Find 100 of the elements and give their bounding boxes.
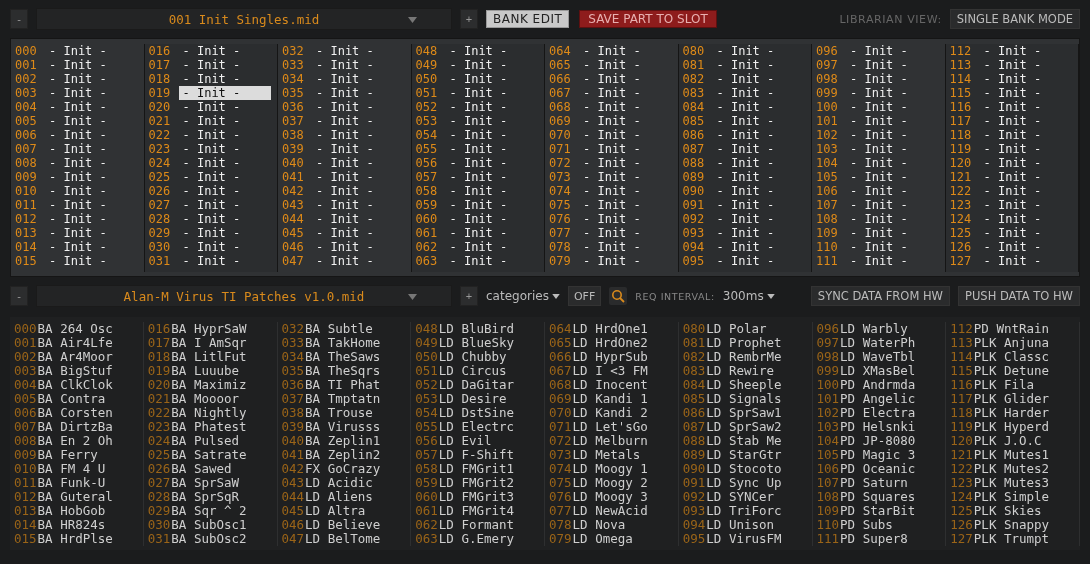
patch-slot[interactable]: - Init - [846, 100, 938, 114]
patch-name[interactable]: Virusss [327, 420, 381, 434]
patch-slot[interactable]: - Init - [312, 156, 404, 170]
patch-slot[interactable]: - Init - [178, 156, 271, 170]
patch-name[interactable]: TheSqrs [327, 364, 381, 378]
view-mode-button[interactable]: SINGLE BANK MODE [949, 9, 1080, 29]
patch-name[interactable]: DaGitar [461, 378, 515, 392]
patch-slot[interactable]: - Init - [579, 44, 671, 58]
patch-name[interactable]: Stocoto [728, 462, 782, 476]
patch-slot[interactable]: - Init - [979, 212, 1072, 226]
patch-slot[interactable]: - Init - [579, 100, 671, 114]
patch-name[interactable]: Formant [461, 518, 515, 532]
patch-slot[interactable]: - Init - [178, 142, 271, 156]
patch-name[interactable]: Mutes3 [1003, 476, 1050, 490]
patch-slot[interactable]: - Init - [312, 240, 404, 254]
bank-file-dropdown[interactable]: 001 Init Singles.mid [36, 8, 452, 30]
patch-name[interactable]: HrdPlse [60, 532, 113, 546]
patch-name[interactable]: BlueSky [461, 336, 515, 350]
patch-slot[interactable]: - Init - [579, 170, 671, 184]
patch-slot[interactable]: - Init - [178, 226, 271, 240]
patch-name[interactable]: Air4Lfe [60, 336, 113, 350]
patch-name[interactable]: FMGrit4 [461, 504, 515, 518]
patch-name[interactable]: Omega [595, 532, 633, 546]
patch-slot[interactable]: - Init - [312, 72, 404, 86]
patch-slot[interactable]: - Init - [45, 226, 137, 240]
patch-name[interactable]: ClkClok [60, 378, 113, 392]
patch-name[interactable]: XMasBel [862, 364, 916, 378]
patch-name[interactable]: HyprSub [595, 350, 648, 364]
patch-name[interactable]: Acidic [327, 476, 373, 490]
patch-name[interactable]: BigStuf [60, 364, 113, 378]
patch-name[interactable]: HrdOne1 [595, 322, 648, 336]
patch-slot[interactable]: - Init - [45, 114, 137, 128]
patch-slot[interactable]: - Init - [445, 156, 538, 170]
patch-name[interactable]: HyprSaW [193, 322, 247, 336]
remove-file-button[interactable]: - [10, 286, 28, 306]
patch-slot[interactable]: - Init - [846, 198, 938, 212]
patch-slot[interactable]: - Init - [45, 86, 137, 100]
patch-name[interactable]: Trumpt [1003, 532, 1050, 546]
patch-slot[interactable]: - Init - [712, 114, 805, 128]
patch-name[interactable]: LitlFut [193, 350, 247, 364]
patch-slot[interactable]: - Init - [312, 184, 404, 198]
patch-name[interactable]: Oceanic [862, 462, 916, 476]
patch-slot[interactable]: - Init - [45, 198, 137, 212]
patch-name[interactable]: Pulsed [193, 434, 240, 448]
patch-name[interactable]: Subtle [327, 322, 373, 336]
patch-name[interactable]: WntRain [996, 322, 1050, 336]
patch-name[interactable]: Desire [461, 392, 507, 406]
patch-name[interactable]: Evil [461, 434, 492, 448]
patch-name[interactable]: Subs [862, 518, 893, 532]
patch-slot[interactable]: - Init - [178, 100, 271, 114]
save-part-button[interactable]: SAVE PART TO SLOT [579, 10, 717, 28]
patch-slot[interactable]: - Init - [445, 226, 538, 240]
patch-slot[interactable]: - Init - [178, 86, 271, 100]
patch-name[interactable]: Unison [728, 518, 775, 532]
patch-name[interactable]: En 2 Oh [60, 434, 113, 448]
patch-name[interactable]: SprSaw1 [728, 406, 782, 420]
patch-name[interactable]: Inocent [595, 378, 648, 392]
remove-bank-button[interactable]: - [10, 9, 28, 29]
patch-slot[interactable]: - Init - [445, 184, 538, 198]
patch-slot[interactable]: - Init - [979, 142, 1072, 156]
patch-slot[interactable]: - Init - [445, 100, 538, 114]
patch-slot[interactable]: - Init - [846, 58, 938, 72]
patch-name[interactable]: Maximiz [193, 378, 247, 392]
patch-name[interactable]: Hyperd [1003, 420, 1050, 434]
patch-name[interactable]: Satrate [193, 448, 247, 462]
patch-slot[interactable]: - Init - [445, 58, 538, 72]
off-button[interactable]: OFF [567, 286, 602, 306]
patch-slot[interactable]: - Init - [579, 86, 671, 100]
patch-slot[interactable]: - Init - [579, 58, 671, 72]
patch-name[interactable]: Guteral [60, 490, 113, 504]
patch-name[interactable]: Harder [1003, 406, 1050, 420]
patch-name[interactable]: DirtzBa [60, 420, 113, 434]
patch-slot[interactable]: - Init - [178, 72, 271, 86]
patch-name[interactable]: Fila [1003, 378, 1034, 392]
patch-slot[interactable]: - Init - [979, 72, 1072, 86]
patch-slot[interactable]: - Init - [178, 212, 271, 226]
patch-slot[interactable]: - Init - [579, 142, 671, 156]
patch-slot[interactable]: - Init - [312, 114, 404, 128]
patch-slot[interactable]: - Init - [312, 212, 404, 226]
patch-slot[interactable]: - Init - [712, 184, 805, 198]
patch-name[interactable]: Mutes1 [1003, 448, 1050, 462]
patch-name[interactable]: BluBird [461, 322, 515, 336]
patch-slot[interactable]: - Init - [178, 58, 271, 72]
patch-slot[interactable]: - Init - [579, 240, 671, 254]
patch-slot[interactable]: - Init - [312, 142, 404, 156]
patch-slot[interactable]: - Init - [979, 198, 1072, 212]
patch-name[interactable]: Moogy 3 [595, 490, 648, 504]
patch-name[interactable]: HR824s [60, 518, 106, 532]
patch-slot[interactable]: - Init - [579, 156, 671, 170]
patch-slot[interactable]: - Init - [178, 128, 271, 142]
patch-name[interactable]: Sheeple [728, 378, 782, 392]
patch-slot[interactable]: - Init - [445, 142, 538, 156]
patch-name[interactable]: Super8 [862, 532, 908, 546]
patch-slot[interactable]: - Init - [45, 240, 137, 254]
patch-slot[interactable]: - Init - [979, 114, 1072, 128]
patch-name[interactable]: StarGtr [728, 448, 782, 462]
patch-slot[interactable]: - Init - [445, 86, 538, 100]
patch-slot[interactable]: - Init - [312, 100, 404, 114]
patch-name[interactable]: Altra [327, 504, 366, 518]
patch-slot[interactable]: - Init - [45, 72, 137, 86]
